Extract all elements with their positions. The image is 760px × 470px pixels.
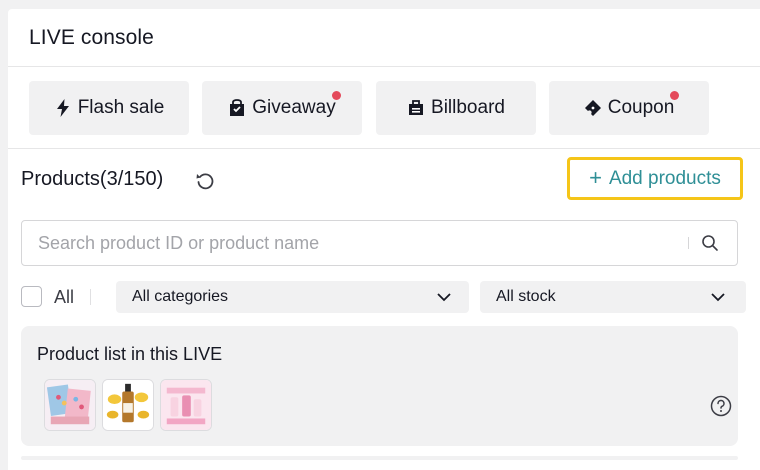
- product-list-title: Product list in this LIVE: [37, 344, 223, 364]
- flash-sale-label: Flash sale: [77, 97, 165, 118]
- tools-bar: Flash sale Giveaway Billboard Coupon: [8, 67, 760, 149]
- flash-sale-button[interactable]: Flash sale: [29, 81, 189, 135]
- help-icon[interactable]: [710, 395, 732, 417]
- select-all-label: All: [54, 287, 75, 307]
- billboard-button[interactable]: Billboard: [376, 81, 536, 135]
- search-box: [21, 220, 738, 266]
- lightning-icon: [56, 99, 69, 117]
- product-thumbnail-2: [103, 380, 153, 430]
- page-title: LIVE console: [29, 26, 154, 49]
- product-thumbnail: [44, 379, 96, 431]
- select-all-checkbox[interactable]: [21, 286, 42, 307]
- product-thumbnail-1: [45, 380, 95, 430]
- category-select[interactable]: All categories: [116, 281, 469, 313]
- giveaway-label: Giveaway: [252, 97, 336, 118]
- coupon-button[interactable]: Coupon: [549, 81, 709, 135]
- notification-dot: [670, 91, 679, 100]
- stock-select[interactable]: All stock: [480, 281, 746, 313]
- add-products-label: Add products: [608, 167, 721, 189]
- billboard-icon: [409, 100, 424, 115]
- product-thumbnail-3: [161, 380, 211, 430]
- search-input[interactable]: [38, 221, 678, 265]
- chevron-down-icon: [711, 293, 725, 302]
- notification-dot: [332, 91, 341, 100]
- refresh-icon[interactable]: [194, 170, 216, 192]
- chevron-down-icon: [437, 293, 451, 302]
- plus-icon: +: [589, 164, 602, 190]
- stock-select-value: All stock: [496, 288, 556, 305]
- coupon-ticket-icon: [584, 100, 601, 116]
- search-divider: [688, 237, 689, 249]
- products-count-title: Products(3/150): [21, 168, 164, 190]
- add-products-button[interactable]: + Add products: [567, 157, 743, 200]
- coupon-label: Coupon: [607, 97, 675, 118]
- product-thumbnail: [102, 379, 154, 431]
- header: LIVE console: [8, 9, 760, 67]
- search-icon[interactable]: [701, 234, 719, 252]
- product-list-card[interactable]: Product list in this LIVE: [21, 326, 738, 446]
- giveaway-button[interactable]: Giveaway: [202, 81, 362, 135]
- product-thumbnail: [160, 379, 212, 431]
- next-section-edge: [21, 456, 738, 460]
- gift-bag-icon: [230, 99, 245, 116]
- filter-divider: [90, 289, 91, 305]
- billboard-label: Billboard: [431, 97, 505, 118]
- category-select-value: All categories: [132, 288, 229, 305]
